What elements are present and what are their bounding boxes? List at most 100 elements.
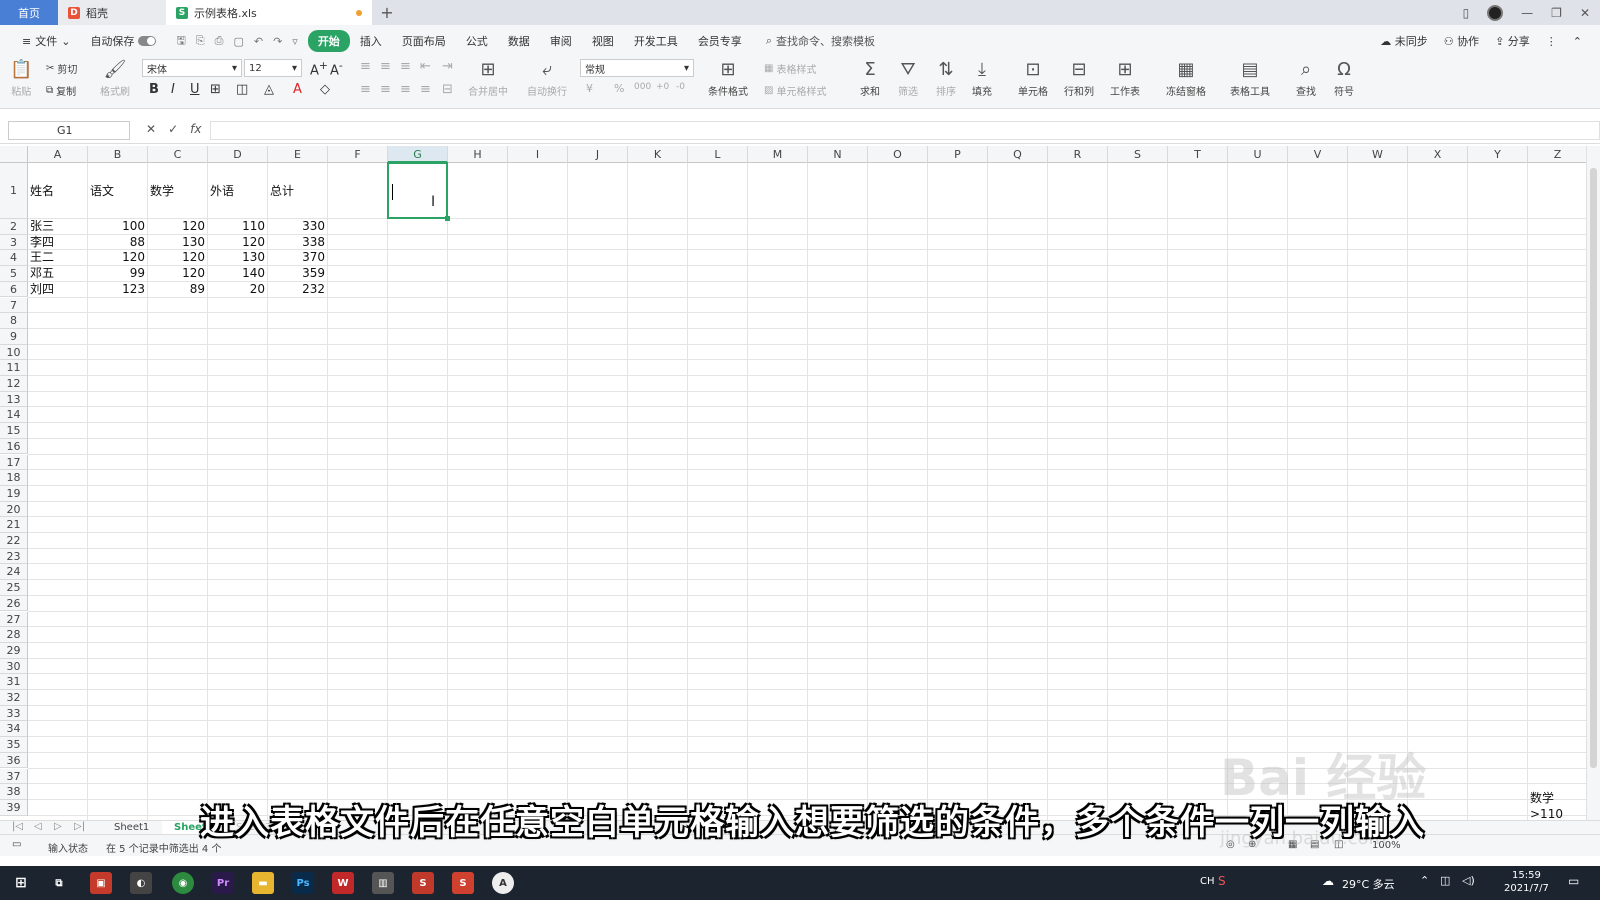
more-icon[interactable]: ▿	[292, 35, 298, 48]
sogou-icon[interactable]: S	[1218, 874, 1226, 888]
row-header-11[interactable]: 11	[0, 360, 28, 376]
cell-e3[interactable]: 338	[268, 235, 328, 251]
row-header-28[interactable]: 28	[0, 627, 28, 643]
fill-button[interactable]: ⤓ 填充	[972, 59, 992, 98]
spreadsheet-grid[interactable]: ABCDEFGHIJKLMNOPQRSTUVWXYZ 1 2 3 4 5 6 7 8 9 10 11…	[0, 146, 1600, 820]
cell-a3[interactable]: 李四	[28, 235, 88, 251]
column-header-i[interactable]: I	[508, 146, 568, 163]
volume-icon[interactable]: ◁)	[1462, 874, 1475, 887]
row-header-34[interactable]: 34	[0, 721, 28, 738]
cell-e5[interactable]: 359	[268, 266, 328, 282]
export-icon[interactable]: ⎘	[196, 34, 205, 48]
distribute-icon[interactable]: ⊟	[442, 82, 453, 97]
column-header-f[interactable]: F	[328, 146, 388, 163]
column-header-j[interactable]: J	[568, 146, 628, 163]
menu-member[interactable]: 会员专享	[688, 30, 752, 52]
row-header-21[interactable]: 21	[0, 517, 28, 533]
row-header-12[interactable]: 12	[0, 376, 28, 392]
underline-icon[interactable]: U	[190, 82, 200, 97]
menu-page-layout[interactable]: 页面布局	[392, 30, 456, 52]
ime-indicator[interactable]: CH	[1200, 876, 1215, 887]
clock[interactable]: 15:59 2021/7/7	[1504, 869, 1549, 895]
network-icon[interactable]: ◫	[1440, 874, 1450, 887]
row-header-15[interactable]: 15	[0, 423, 28, 439]
column-header-g[interactable]: G	[388, 146, 448, 163]
align-center-icon[interactable]: ≡	[380, 82, 391, 97]
row-header-7[interactable]: 7	[0, 297, 28, 314]
column-header-u[interactable]: U	[1228, 146, 1288, 163]
chrome-icon[interactable]: ◉	[172, 872, 194, 894]
notification-icon[interactable]: ▭	[1568, 874, 1579, 888]
cell-b6[interactable]: 123	[88, 282, 148, 298]
app-icon-4[interactable]: S	[412, 872, 434, 894]
select-all-corner[interactable]	[0, 146, 28, 163]
row-header-14[interactable]: 14	[0, 407, 28, 424]
column-header-c[interactable]: C	[148, 146, 208, 163]
cell-c5[interactable]: 120	[148, 266, 208, 282]
app-icon-2[interactable]: ◐	[130, 872, 152, 894]
cell-c2[interactable]: 120	[148, 219, 208, 235]
cell-d1[interactable]: 外语	[208, 163, 268, 219]
column-header-m[interactable]: M	[748, 146, 808, 163]
row-header-4[interactable]: 4	[0, 250, 28, 267]
row-header-6[interactable]: 6	[0, 281, 28, 298]
row-header-26[interactable]: 26	[0, 595, 28, 612]
cell-button[interactable]: ⊡ 单元格	[1018, 59, 1048, 98]
menu-start[interactable]: 开始	[307, 30, 350, 52]
row-header-31[interactable]: 31	[0, 674, 28, 690]
cell-style-button[interactable]: ▨ 单元格样式	[764, 83, 826, 98]
filter-button[interactable]: ⛛ 筛选	[898, 59, 918, 98]
row-header-24[interactable]: 24	[0, 564, 28, 581]
number-format-select[interactable]: 常规 ▾	[580, 59, 694, 77]
row-header-18[interactable]: 18	[0, 470, 28, 486]
tab-daoke[interactable]: D 稻壳	[58, 0, 166, 25]
indent-decrease-icon[interactable]: ⇤	[420, 59, 431, 74]
row-header-36[interactable]: 36	[0, 752, 28, 769]
row-header-22[interactable]: 22	[0, 533, 28, 549]
row-header-23[interactable]: 23	[0, 548, 28, 565]
last-sheet-icon[interactable]: ▷|	[74, 821, 85, 832]
sync-button[interactable]: ☁ 未同步	[1380, 33, 1428, 49]
merge-center-button[interactable]: ⊞ 合并居中	[468, 59, 508, 98]
freeze-panes-button[interactable]: ▦ 冻结窗格	[1166, 59, 1206, 98]
weather[interactable]: 29°C 多云	[1342, 876, 1395, 892]
undo-icon[interactable]: ↶	[254, 35, 263, 48]
row-col-button[interactable]: ⊟ 行和列	[1064, 59, 1094, 98]
align-left-icon[interactable]: ≡	[360, 82, 371, 97]
confirm-icon[interactable]: ✓	[168, 122, 178, 136]
column-header-n[interactable]: N	[808, 146, 868, 163]
sum-button[interactable]: Σ 求和	[860, 59, 880, 98]
prev-sheet-icon[interactable]: ◁	[34, 821, 42, 832]
cell-a1[interactable]: 姓名	[28, 163, 88, 219]
cell-e2[interactable]: 330	[268, 219, 328, 235]
cell-e1[interactable]: 总计	[268, 163, 328, 219]
cell-b3[interactable]: 88	[88, 235, 148, 251]
symbol-button[interactable]: Ω 符号	[1334, 59, 1354, 98]
active-cell-g1[interactable]	[387, 162, 450, 221]
align-middle-icon[interactable]: ≡	[380, 59, 391, 74]
cell-d5[interactable]: 140	[208, 266, 268, 282]
app-icon-3[interactable]: ▥	[372, 872, 394, 894]
thousands-icon[interactable]: 000	[634, 82, 651, 92]
find-button[interactable]: ⌕ 查找	[1296, 59, 1316, 98]
layout-icon[interactable]: ▯	[1463, 6, 1470, 20]
more-options-icon[interactable]: ⋮	[1546, 35, 1557, 48]
percent-icon[interactable]: %	[614, 82, 624, 95]
cell-e4[interactable]: 370	[268, 250, 328, 266]
menu-insert[interactable]: 插入	[350, 30, 392, 52]
column-header-r[interactable]: R	[1048, 146, 1108, 163]
cell-b2[interactable]: 100	[88, 219, 148, 235]
cut-button[interactable]: ✂ 剪切	[46, 61, 77, 76]
share-button[interactable]: ⇪ 分享	[1495, 33, 1530, 49]
cell-c3[interactable]: 130	[148, 235, 208, 251]
column-header-d[interactable]: D	[208, 146, 268, 163]
function-icon[interactable]: fx	[190, 122, 201, 136]
increase-font-icon[interactable]: A+	[310, 59, 328, 78]
font-size-select[interactable]: 12 ▾	[244, 59, 302, 77]
status-monitor-icon[interactable]: ▭	[12, 839, 21, 850]
bold-icon[interactable]: B	[149, 82, 159, 97]
autosave-toggle[interactable]: 自动保存	[80, 30, 166, 52]
worksheet-button[interactable]: ⊞ 工作表	[1110, 59, 1140, 98]
cell-d2[interactable]: 110	[208, 219, 268, 235]
row-header-17[interactable]: 17	[0, 454, 28, 471]
